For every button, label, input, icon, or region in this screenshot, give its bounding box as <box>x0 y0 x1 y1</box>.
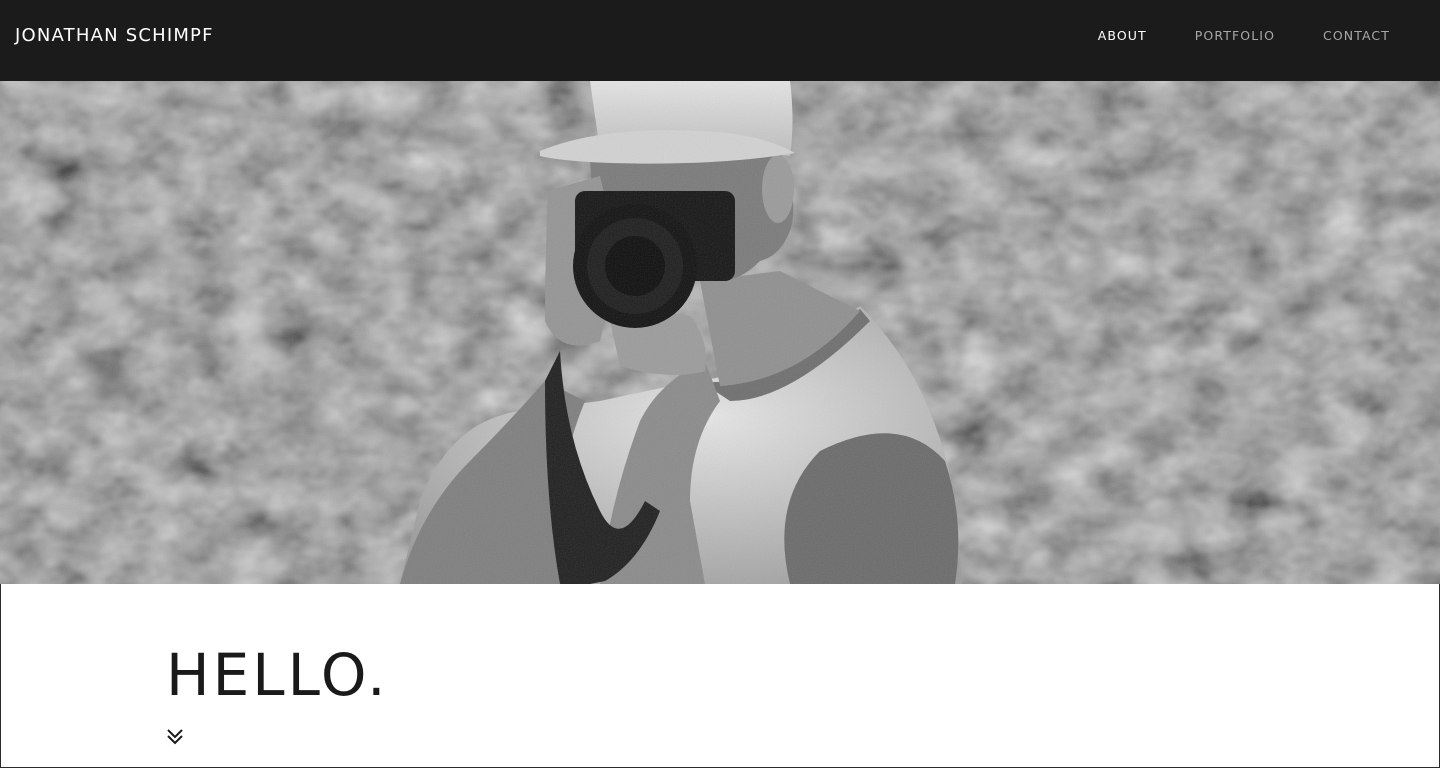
double-chevron-down-icon[interactable] <box>166 727 184 745</box>
hero-image <box>0 81 1440 584</box>
page-heading: HELLO. <box>166 641 389 709</box>
main-nav: ABOUT PORTFOLIO CONTACT <box>1050 28 1390 43</box>
nav-item-contact[interactable]: CONTACT <box>1323 28 1390 43</box>
nav-item-portfolio[interactable]: PORTFOLIO <box>1195 28 1275 43</box>
site-title-link[interactable]: JONATHAN SCHIMPF <box>15 25 214 46</box>
nav-item-about[interactable]: ABOUT <box>1098 28 1147 43</box>
site-header: JONATHAN SCHIMPF ABOUT PORTFOLIO CONTACT <box>0 0 1440 81</box>
hero-photo <box>0 81 1440 584</box>
about-intro-section: HELLO. <box>0 584 1440 768</box>
